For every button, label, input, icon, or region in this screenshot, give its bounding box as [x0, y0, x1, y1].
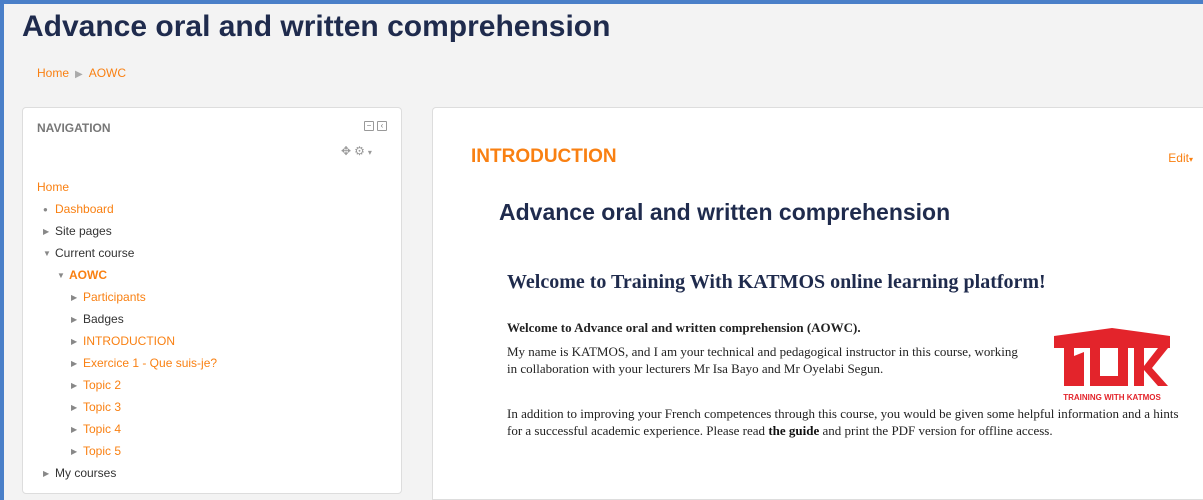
- nav-item-label: Topic 5: [83, 444, 122, 458]
- nav-item-label: Site pages: [55, 224, 112, 238]
- nav-item-label: My courses: [55, 466, 117, 480]
- page-title: Advance oral and written comprehension: [22, 10, 611, 43]
- section-title: INTRODUCTION: [471, 146, 617, 167]
- nav-item-topic-3[interactable]: ▶ Topic 3: [37, 396, 217, 418]
- nav-item-site-pages[interactable]: ▶ Site pages: [37, 220, 217, 242]
- nav-item-label: Topic 2: [83, 378, 122, 392]
- triangle-right-icon: ▶: [71, 447, 78, 456]
- navigation-block: NAVIGATION − ‹ ✥⚙▾ Home ● Dashboard ▶ Site…: [22, 107, 402, 494]
- dock-icon[interactable]: ‹: [377, 121, 387, 131]
- edit-menu[interactable]: Edit▾: [1168, 151, 1193, 165]
- nav-item-label: Current course: [55, 246, 135, 260]
- nav-item-label: Exercice 1 - Que suis-je?: [83, 356, 218, 370]
- triangle-right-icon: ▶: [71, 293, 78, 302]
- nav-item-label: Topic 4: [83, 422, 122, 436]
- nav-item-label: Participants: [83, 290, 146, 304]
- nav-item-my-courses[interactable]: ▶ My courses: [37, 462, 217, 484]
- nav-item-label: Dashboard: [55, 202, 114, 216]
- extra-paragraph: In addition to improving your French com…: [507, 405, 1187, 439]
- triangle-down-icon: ▼: [57, 271, 65, 280]
- intro-paragraph: My name is KATMOS, and I am your technic…: [507, 344, 1018, 376]
- window-frame-left: [0, 0, 4, 500]
- nav-item-label: Home: [37, 180, 70, 194]
- triangle-right-icon: ▶: [71, 315, 78, 324]
- nav-item-label: AOWC: [69, 268, 107, 282]
- breadcrumb: Home ▶ AOWC: [37, 66, 126, 80]
- nav-item-home[interactable]: Home: [37, 176, 217, 198]
- welcome-line: Welcome to Advance oral and written comp…: [507, 320, 861, 335]
- bullet-icon: ●: [43, 205, 48, 214]
- nav-item-dashboard[interactable]: ● Dashboard: [37, 198, 217, 220]
- window-frame-top: [0, 0, 1203, 4]
- navigation-tree: Home ● Dashboard ▶ Site pages ▼ Current cou…: [37, 176, 217, 484]
- breadcrumb-course-link[interactable]: AOWC: [89, 66, 126, 80]
- katmos-logo: TRAINING WITH KATMOS: [1054, 328, 1170, 402]
- triangle-right-icon: ▶: [43, 469, 50, 478]
- caret-down-icon[interactable]: ▾: [368, 148, 375, 157]
- move-icon[interactable]: ✥: [341, 144, 354, 158]
- nav-item-exercice-1[interactable]: ▶ Exercice 1 - Que suis-je?: [37, 352, 217, 374]
- logo-tagline: TRAINING WITH KATMOS: [1063, 393, 1161, 402]
- triangle-right-icon: ▶: [71, 359, 78, 368]
- triangle-right-icon: ▶: [43, 227, 50, 236]
- triangle-right-icon: ▶: [71, 381, 78, 390]
- triangle-right-icon: ▶: [71, 337, 78, 346]
- summary-heading: Advance oral and written comprehension: [499, 199, 951, 225]
- caret-down-icon: ▾: [1188, 155, 1193, 164]
- extra-text-after: and print the PDF version for offline ac…: [819, 423, 1053, 438]
- triangle-down-icon: ▼: [43, 249, 51, 258]
- nav-item-aowc[interactable]: ▼ AOWC: [37, 264, 217, 286]
- nav-item-topic-4[interactable]: ▶ Topic 4: [37, 418, 217, 440]
- nav-item-topic-2[interactable]: ▶ Topic 2: [37, 374, 217, 396]
- nav-item-current-course[interactable]: ▼ Current course: [37, 242, 217, 264]
- guide-link[interactable]: the guide: [768, 423, 819, 438]
- nav-item-label: Badges: [83, 312, 124, 326]
- triangle-right-icon: ▶: [71, 425, 78, 434]
- nav-item-topic-5[interactable]: ▶ Topic 5: [37, 440, 217, 462]
- nav-item-label: INTRODUCTION: [83, 334, 175, 348]
- nav-item-participants[interactable]: ▶ Participants: [37, 286, 217, 308]
- course-content: INTRODUCTION Edit▾ Advance oral and writ…: [432, 107, 1203, 500]
- collapse-icon[interactable]: −: [364, 121, 374, 131]
- nav-item-label: Topic 3: [83, 400, 122, 414]
- navigation-title: NAVIGATION: [37, 121, 111, 135]
- triangle-right-icon: ▶: [71, 403, 78, 412]
- block-actions: ✥⚙▾: [341, 144, 375, 158]
- welcome-heading: Welcome to Training With KATMOS online l…: [507, 271, 1046, 293]
- edit-label: Edit: [1168, 151, 1189, 165]
- nav-item-badges[interactable]: ▶ Badges: [37, 308, 217, 330]
- breadcrumb-home-link[interactable]: Home: [37, 66, 69, 80]
- breadcrumb-separator-icon: ▶: [75, 69, 83, 80]
- gear-icon[interactable]: ⚙: [354, 144, 368, 158]
- nav-item-introduction[interactable]: ▶ INTRODUCTION: [37, 330, 217, 352]
